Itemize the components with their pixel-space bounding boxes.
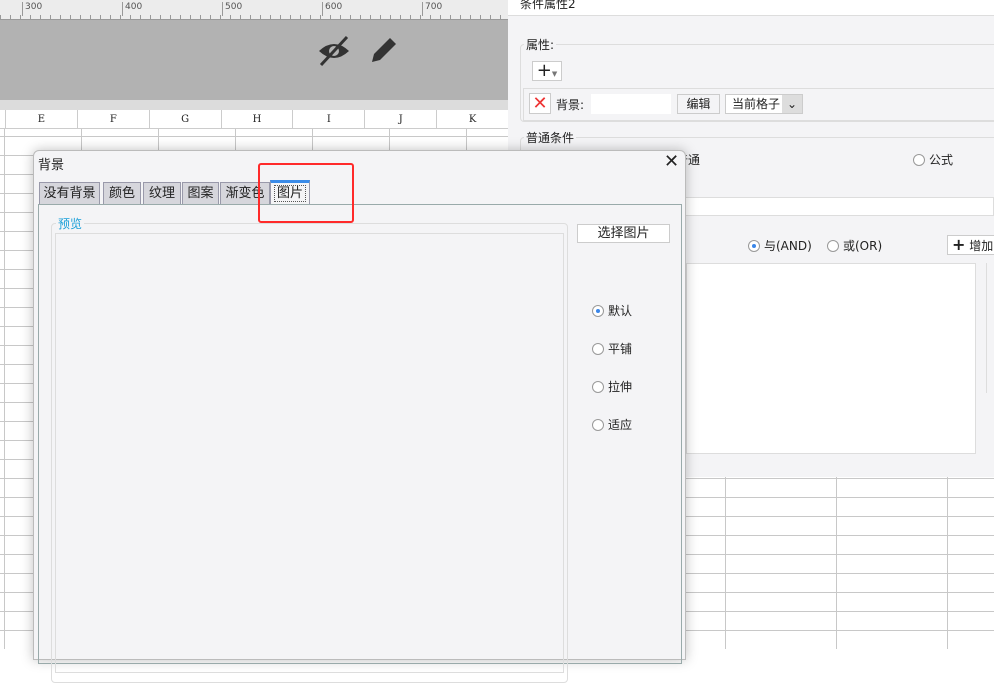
background-dialog: 背景 ✕ 没有背景 颜色 纹理 图案 渐变色 图片 预览 选择图片 默认 平铺 … (33, 150, 686, 683)
radio-circle (913, 153, 925, 166)
radio-layout-default[interactable]: 默认 (592, 302, 632, 319)
column-header[interactable]: K (436, 110, 508, 128)
scope-select[interactable]: 当前格子 ⌄ (725, 94, 803, 114)
radio-circle (827, 239, 839, 252)
radio-layout-fit[interactable]: 适应 (592, 416, 632, 433)
ruler-tick: 300 (22, 2, 42, 16)
radio-or[interactable]: 或(OR) (827, 237, 882, 254)
radio-circle (592, 304, 604, 317)
scope-select-value: 当前格子 (732, 97, 781, 111)
radio-label: 与(AND) (764, 239, 812, 253)
radio-label: 拉伸 (608, 380, 633, 394)
spreadsheet-grid[interactable] (686, 477, 994, 649)
tab-no-background[interactable]: 没有背景 (39, 182, 100, 204)
panel-title: 条件属性2 (508, 0, 994, 16)
bg-label: 背景: (556, 98, 585, 112)
tab-texture[interactable]: 纹理 (143, 182, 181, 204)
attr-legend: 属性: (524, 36, 557, 53)
ruler-tick: 700 (422, 2, 442, 16)
highlight-box (258, 163, 354, 223)
button-label: 增加 (969, 239, 994, 253)
column-header[interactable]: J (364, 110, 436, 128)
tab-color[interactable]: 颜色 (103, 182, 141, 204)
radio-label: 或(OR) (843, 239, 883, 253)
radio-label: 平铺 (608, 342, 633, 356)
radio-layout-tile[interactable]: 平铺 (592, 340, 632, 357)
radio-label: 公式 (929, 153, 954, 167)
condition-list[interactable] (686, 263, 976, 454)
pencil-icon[interactable] (368, 34, 400, 66)
chevron-down-icon: ⌄ (782, 95, 802, 113)
dialog-title: 背景 (38, 158, 65, 173)
radio-layout-stretch[interactable]: 拉伸 (592, 378, 632, 395)
column-header[interactable]: G (148, 110, 221, 128)
image-preview (55, 233, 564, 673)
radio-label: 适应 (608, 418, 633, 432)
column-header[interactable]: E (5, 110, 77, 128)
delete-icon[interactable]: ✕ (529, 93, 551, 114)
preview-legend: 预览 (56, 215, 85, 232)
divider (0, 100, 508, 110)
close-icon[interactable]: ✕ (664, 151, 679, 172)
add-condition-button[interactable]: + 增加 (947, 235, 994, 255)
choose-image-button[interactable]: 选择图片 (577, 224, 670, 243)
column-header[interactable]: F (76, 110, 149, 128)
cond-legend: 普通条件 (524, 129, 577, 146)
radio-and[interactable]: 与(AND) (748, 237, 812, 254)
column-header[interactable]: I (292, 110, 364, 128)
eye-off-icon[interactable] (317, 35, 351, 67)
canvas-area (0, 20, 508, 100)
plus-icon: + (952, 235, 966, 254)
radio-label: 默认 (608, 304, 633, 318)
add-attr-button[interactable]: +▼ (532, 61, 562, 81)
ruler: 300 400 500 600 700 (0, 0, 508, 20)
radio-circle (592, 380, 604, 393)
tab-pattern[interactable]: 图案 (182, 182, 219, 204)
ruler-tick: 600 (322, 2, 342, 16)
column-headers: E F G H I J K (0, 110, 508, 129)
edit-button[interactable]: 编辑 (677, 94, 720, 114)
radio-formula[interactable]: 公式 (913, 151, 953, 168)
ruler-tick: 400 (122, 2, 142, 16)
radio-circle (592, 342, 604, 355)
plus-icon: + (536, 60, 552, 81)
radio-circle (748, 239, 760, 252)
ruler-tick: 500 (222, 2, 242, 16)
bg-preview-field[interactable] (591, 94, 671, 114)
column-header[interactable]: H (220, 110, 293, 128)
tab-content: 预览 选择图片 默认 平铺 拉伸 适应 (38, 204, 682, 683)
radio-circle (592, 418, 604, 431)
side-buttons[interactable] (986, 263, 994, 393)
